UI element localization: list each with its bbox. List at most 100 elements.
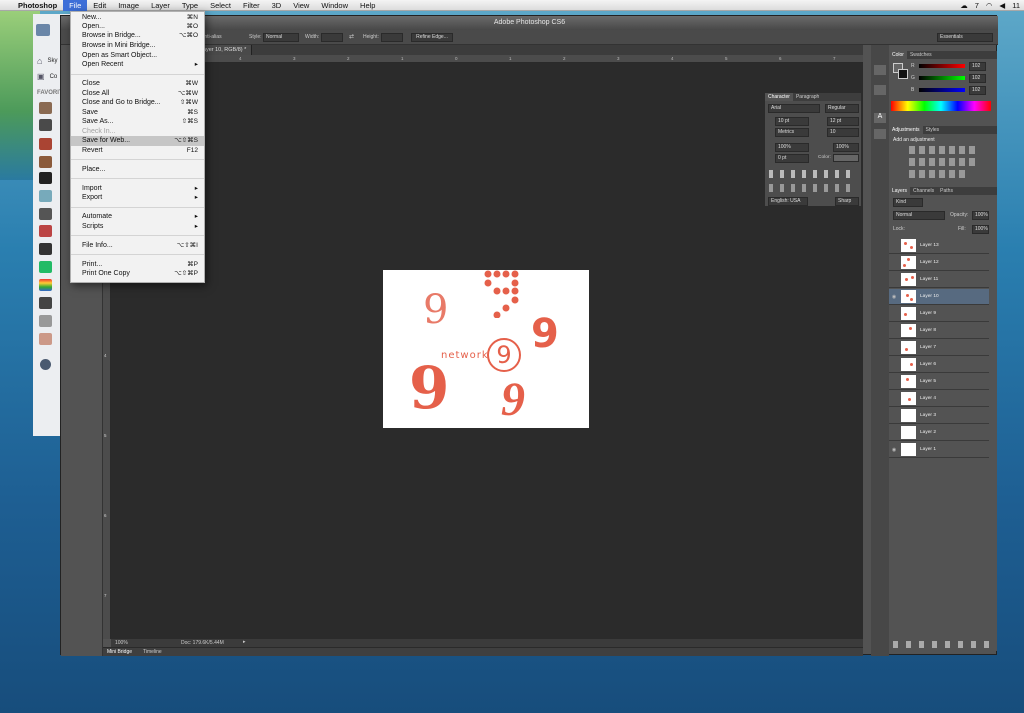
layer-row[interactable]: Layer 12: [889, 255, 989, 271]
menubar-item-filter[interactable]: Filter: [237, 0, 266, 11]
menubar-app-name[interactable]: Photoshop: [12, 0, 63, 11]
tab-paragraph[interactable]: Paragraph: [793, 93, 822, 101]
refine-edge-button[interactable]: Refine Edge...: [411, 33, 453, 42]
tab-color[interactable]: Color: [889, 51, 907, 59]
menu-item-close-go-bridge[interactable]: Close and Go to Bridge... ⇧⌘W: [71, 98, 204, 108]
history-icon[interactable]: [874, 65, 886, 75]
layer-row[interactable]: Layer 13: [889, 238, 989, 254]
menubar-item-select[interactable]: Select: [204, 0, 237, 11]
notification-count[interactable]: 7: [975, 1, 979, 10]
finder-item-co[interactable]: ▣ Co: [37, 72, 57, 81]
layer-filter-kind[interactable]: Kind: [893, 198, 923, 207]
menubar-item-window[interactable]: Window: [315, 0, 354, 11]
avatar[interactable]: [39, 190, 52, 202]
font-style-select[interactable]: Regular: [825, 104, 859, 113]
menubar-item-type[interactable]: Type: [176, 0, 204, 11]
tab-character[interactable]: Character: [765, 93, 793, 101]
properties-icon[interactable]: [874, 85, 886, 95]
zoom-level[interactable]: 100%: [115, 640, 128, 646]
antialias-select[interactable]: Sharp: [835, 197, 859, 206]
menu-item-browse-bridge[interactable]: Browse in Bridge... ⌥⌘O: [71, 31, 204, 41]
opentype-buttons[interactable]: [769, 184, 857, 192]
avatar[interactable]: [39, 261, 52, 273]
menubar-item-image[interactable]: Image: [112, 0, 145, 11]
battery-indicator[interactable]: 11: [1012, 1, 1020, 10]
menu-item-save-for-web[interactable]: Save for Web... ⌥⇧⌘S: [71, 136, 204, 146]
style-select[interactable]: Normal: [263, 33, 299, 42]
width-field[interactable]: [321, 33, 343, 42]
volume-icon[interactable]: ◀: [999, 1, 1005, 10]
menubar-item-help[interactable]: Help: [354, 0, 381, 11]
menubar-item-layer[interactable]: Layer: [145, 0, 176, 11]
menu-item-browse-mini-bridge[interactable]: Browse in Mini Bridge...: [71, 41, 204, 51]
kerning-field[interactable]: Metrics: [775, 128, 809, 137]
avatar[interactable]: [39, 138, 52, 150]
clock-icon[interactable]: [40, 359, 51, 370]
tab-paths[interactable]: Paths: [937, 187, 956, 195]
tracking-field[interactable]: 10: [827, 128, 859, 137]
blue-value[interactable]: 102: [969, 86, 986, 95]
text-color-swatch[interactable]: [833, 154, 859, 162]
menu-item-automate[interactable]: Automate ▸: [71, 212, 204, 222]
green-slider[interactable]: [919, 76, 965, 80]
adjustment-icons-row[interactable]: [909, 146, 979, 154]
menu-item-scripts[interactable]: Scripts ▸: [71, 222, 204, 232]
avatar[interactable]: [39, 119, 52, 131]
visibility-icon[interactable]: ◉: [889, 294, 899, 300]
tab-layers[interactable]: Layers: [889, 187, 911, 195]
type-style-buttons[interactable]: [769, 170, 857, 178]
red-slider[interactable]: [919, 64, 965, 68]
avatar[interactable]: [39, 208, 52, 220]
avatar[interactable]: [39, 333, 52, 345]
paragraph-icon[interactable]: [874, 129, 886, 139]
character-icon[interactable]: A: [874, 113, 886, 123]
menubar-item-file[interactable]: File: [63, 0, 88, 11]
status-arrow-icon[interactable]: ▸: [243, 639, 246, 645]
menubar-item-3d[interactable]: 3D: [266, 0, 288, 11]
menubar-item-view[interactable]: View: [287, 0, 315, 11]
layer-row-selected[interactable]: ◉ Layer 10: [889, 289, 989, 305]
layer-row[interactable]: Layer 5: [889, 374, 989, 390]
avatar[interactable]: [39, 156, 52, 168]
adjustment-icons-row[interactable]: [909, 158, 979, 166]
finder-item-sky[interactable]: ⌂ Sky: [37, 56, 57, 66]
horizontal-scale-field[interactable]: 100%: [833, 143, 859, 152]
vertical-scale-field[interactable]: 100%: [775, 143, 809, 152]
workspace-select[interactable]: Essentials: [937, 33, 993, 42]
tab-styles[interactable]: Styles: [923, 126, 943, 134]
fill-field[interactable]: 100%: [972, 225, 989, 234]
menu-item-revert[interactable]: Revert F12: [71, 146, 204, 156]
layer-row[interactable]: Layer 9: [889, 306, 989, 322]
layer-row[interactable]: Layer 8: [889, 323, 989, 339]
menu-item-open-recent[interactable]: Open Recent ▸: [71, 60, 204, 70]
tab-adjustments[interactable]: Adjustments: [889, 126, 923, 134]
color-spectrum[interactable]: [891, 101, 991, 111]
swap-icon[interactable]: ⇄: [349, 33, 354, 40]
height-field[interactable]: [381, 33, 403, 42]
menu-item-print-one-copy[interactable]: Print One Copy ⌥⇧⌘P: [71, 269, 204, 279]
leading-field[interactable]: 12 pt: [827, 117, 859, 126]
layer-row[interactable]: Layer 4: [889, 391, 989, 407]
avatar[interactable]: [39, 172, 52, 184]
wifi-icon[interactable]: ◠: [986, 1, 993, 10]
layer-row[interactable]: Layer 3: [889, 408, 989, 424]
visibility-icon[interactable]: ◉: [889, 447, 899, 453]
tab-swatches[interactable]: Swatches: [907, 51, 935, 59]
avatar[interactable]: [39, 297, 52, 309]
font-size-field[interactable]: 10 pt: [775, 117, 809, 126]
blue-slider[interactable]: [919, 88, 965, 92]
green-value[interactable]: 102: [969, 74, 986, 83]
menu-item-save-as[interactable]: Save As... ⇧⌘S: [71, 117, 204, 127]
font-family-select[interactable]: Arial: [768, 104, 820, 113]
layer-row[interactable]: Layer 7: [889, 340, 989, 356]
menu-item-close[interactable]: Close ⌘W: [71, 79, 204, 89]
avatar[interactable]: [39, 225, 52, 237]
layer-row[interactable]: Layer 2: [889, 425, 989, 441]
avatar[interactable]: [39, 243, 52, 255]
layer-row[interactable]: Layer 11: [889, 272, 989, 288]
layer-row[interactable]: Layer 6: [889, 357, 989, 373]
baseline-shift-field[interactable]: 0 pt: [775, 154, 809, 163]
cloud-icon[interactable]: ☁: [960, 1, 968, 10]
document-artboard[interactable]: 9 network 9 9 9 9: [383, 270, 589, 428]
tab-mini-bridge[interactable]: Mini Bridge: [107, 649, 132, 655]
